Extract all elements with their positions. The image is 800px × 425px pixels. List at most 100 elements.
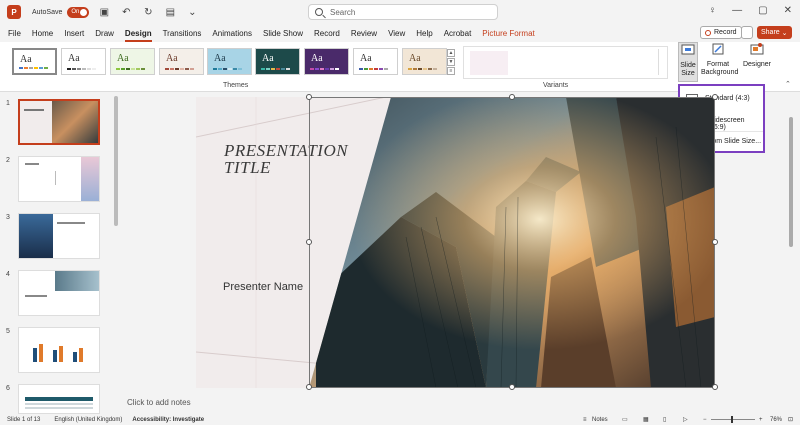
thumbnail-number: 4 xyxy=(6,271,10,278)
theme-color-swatch xyxy=(213,68,217,70)
theme-tile[interactable]: Aa xyxy=(304,48,349,75)
presenter-name[interactable]: Presenter Name xyxy=(223,281,303,293)
normal-view-icon[interactable]: ▭ xyxy=(622,416,628,423)
tab-insert[interactable]: Insert xyxy=(64,29,84,38)
tab-design[interactable]: Design xyxy=(124,29,152,42)
slide-thumbnail-2[interactable] xyxy=(18,156,100,202)
resize-handle-t[interactable] xyxy=(509,94,515,100)
theme-sample-text: Aa xyxy=(311,53,323,64)
theme-tile[interactable]: Aa xyxy=(402,48,447,75)
tab-slide-show[interactable]: Slide Show xyxy=(263,29,303,38)
resize-handle-b[interactable] xyxy=(509,384,515,390)
save-icon[interactable]: ▣ xyxy=(97,7,111,18)
scroll-up-icon[interactable]: ▲ xyxy=(447,49,455,57)
theme-sample-text: Aa xyxy=(117,53,129,64)
theme-color-swatch xyxy=(87,68,91,70)
slide-scrollbar[interactable] xyxy=(789,92,795,412)
variants-scroll[interactable] xyxy=(658,49,665,75)
slide-thumbnail-5[interactable] xyxy=(18,327,100,373)
theme-color-swatch xyxy=(408,68,412,70)
autosave-toggle[interactable]: On xyxy=(67,6,90,18)
slide-thumbnail-3[interactable] xyxy=(18,213,100,259)
zoom-level[interactable]: 76% xyxy=(770,417,782,423)
search-input[interactable]: Search xyxy=(308,4,498,20)
comments-button[interactable] xyxy=(741,26,753,39)
accessibility-status[interactable]: Accessibility: Investigate xyxy=(132,417,204,423)
reading-view-icon[interactable]: ▯ xyxy=(663,416,666,423)
resize-handle-br[interactable] xyxy=(712,384,718,390)
tab-help[interactable]: Help xyxy=(416,29,432,38)
theme-tile[interactable]: Aa xyxy=(255,48,300,75)
slide-thumbnail-6[interactable] xyxy=(18,384,100,414)
close-icon[interactable]: ✕ xyxy=(784,5,792,16)
tab-picture-format[interactable]: Picture Format xyxy=(482,29,534,38)
collapse-ribbon-icon[interactable]: ⌃ xyxy=(785,80,791,88)
tab-acrobat[interactable]: Acrobat xyxy=(444,29,472,38)
theme-color-swatch xyxy=(44,67,48,69)
theme-color-swatch xyxy=(369,68,373,70)
notes-placeholder[interactable]: Click to add notes xyxy=(127,398,191,407)
thumbnail-scrollbar[interactable] xyxy=(114,96,118,226)
customize-toolbar-icon[interactable]: ⌄ xyxy=(185,7,199,18)
share-button[interactable]: Share ⌄ xyxy=(757,26,792,39)
format-background-button[interactable]: Format Background xyxy=(701,42,738,77)
more-themes-icon[interactable]: ≡ xyxy=(447,67,455,75)
theme-tile[interactable]: Aa xyxy=(12,48,57,75)
notes-toggle[interactable]: Notes xyxy=(592,417,608,423)
minimize-icon[interactable]: — xyxy=(732,5,742,16)
zoom-in-icon[interactable]: + xyxy=(759,417,763,423)
slide-scrollbar-thumb[interactable] xyxy=(789,117,793,247)
resize-handle-tl[interactable] xyxy=(306,94,312,100)
slide-size-button[interactable]: Slide Size xyxy=(678,42,698,82)
designer-button[interactable]: Designer xyxy=(742,42,772,69)
window-controls: ♀ — ▢ ✕ xyxy=(709,5,792,16)
slide-sorter-icon[interactable]: ▦ xyxy=(643,416,649,423)
resize-handle-bl[interactable] xyxy=(306,384,312,390)
resize-handle-l[interactable] xyxy=(306,239,312,245)
language-status[interactable]: English (United Kingdom) xyxy=(54,417,122,423)
tab-file[interactable]: File xyxy=(8,29,21,38)
variant-tile[interactable] xyxy=(470,51,508,75)
tab-review[interactable]: Review xyxy=(351,29,377,38)
theme-color-swatch xyxy=(330,68,334,70)
tab-transitions[interactable]: Transitions xyxy=(163,29,202,38)
undo-icon[interactable]: ↶ xyxy=(119,7,133,18)
slide-thumbnail-4[interactable] xyxy=(18,270,100,316)
variants-group-label: Variants xyxy=(543,82,569,89)
zoom-slider[interactable] xyxy=(711,416,755,423)
theme-tile[interactable]: Aa xyxy=(61,48,106,75)
tab-home[interactable]: Home xyxy=(32,29,53,38)
theme-tile[interactable]: Aa xyxy=(110,48,155,75)
slide-title[interactable]: PRESENTATION TITLE xyxy=(224,142,348,176)
tab-record[interactable]: Record xyxy=(314,29,340,38)
search-icon xyxy=(315,8,323,16)
theme-tile[interactable]: Aa xyxy=(353,48,398,75)
theme-color-swatch xyxy=(24,67,28,69)
tab-draw[interactable]: Draw xyxy=(95,29,114,38)
theme-color-swatch xyxy=(423,68,427,70)
zoom-out-icon[interactable]: − xyxy=(703,417,707,423)
theme-tile[interactable]: Aa xyxy=(207,48,252,75)
tab-animations[interactable]: Animations xyxy=(212,29,252,38)
theme-color-swatch xyxy=(34,67,38,69)
zoom-slider-thumb[interactable] xyxy=(731,416,733,423)
fit-slide-icon[interactable]: ⊡ xyxy=(788,416,793,423)
tab-view[interactable]: View xyxy=(388,29,405,38)
slide-title-line-1: PRESENTATION xyxy=(224,141,349,160)
slide-size-icon xyxy=(681,44,695,55)
slideshow-icon[interactable]: ▷ xyxy=(683,416,688,423)
slide-counter: Slide 1 of 13 xyxy=(7,416,41,423)
lightbulb-icon[interactable]: ♀ xyxy=(709,5,717,16)
format-background-icon xyxy=(712,43,724,55)
resize-handle-tr[interactable] xyxy=(712,94,718,100)
redo-icon[interactable]: ↻ xyxy=(141,7,155,18)
resize-handle-r[interactable] xyxy=(712,239,718,245)
presenter-icon[interactable]: ▤ xyxy=(163,7,177,18)
notes-icon[interactable]: ≡ xyxy=(583,417,587,423)
slide-thumbnail-1[interactable] xyxy=(18,99,100,145)
theme-tile[interactable]: Aa xyxy=(159,48,204,75)
maximize-icon[interactable]: ▢ xyxy=(758,5,767,16)
record-button[interactable]: Record xyxy=(700,26,742,39)
scroll-down-icon[interactable]: ▼ xyxy=(447,58,455,66)
theme-color-swatch xyxy=(374,68,378,70)
